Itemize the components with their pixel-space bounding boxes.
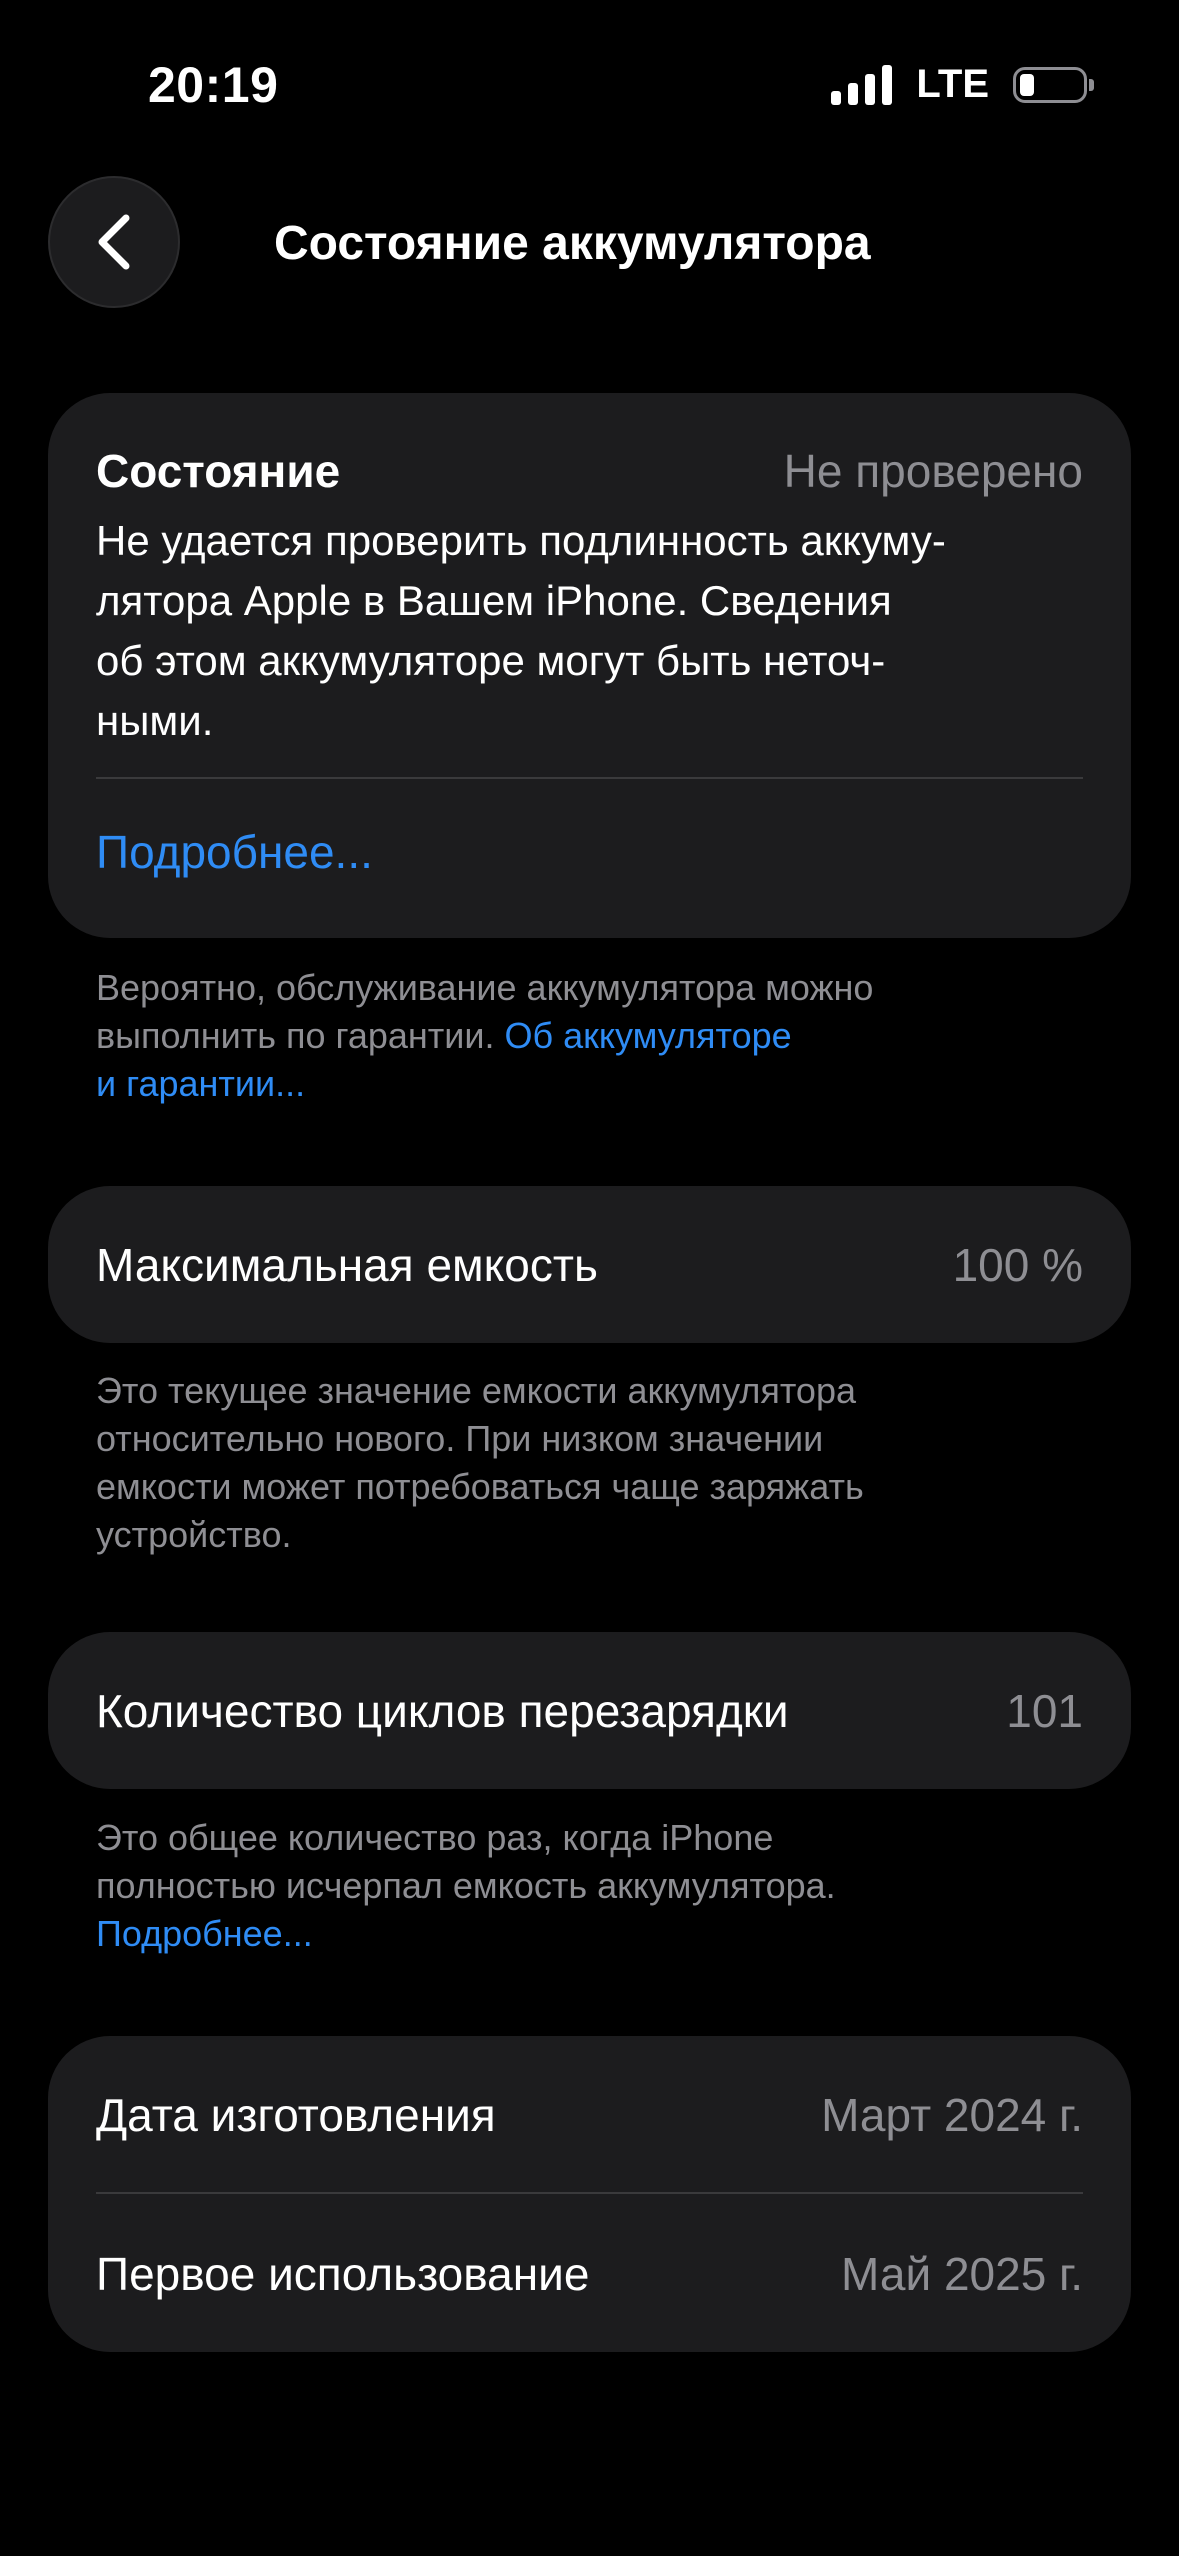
capacity-footnote: Это текущее значение емкости аккумулятор… [96, 1367, 1036, 1559]
footnote-line: емкости может потребоваться чаще заряжат… [96, 1466, 864, 1507]
network-type-label: LTE [916, 62, 989, 106]
health-label: Состояние [96, 445, 341, 497]
footnote-line: полностью исчерпал емкость аккумулятора. [96, 1865, 836, 1906]
footnote-line: устройство. [96, 1514, 292, 1555]
max-capacity-card: Максимальная емкость 100 % [48, 1186, 1131, 1343]
footnote-line: Это общее количество раз, когда iPhone [96, 1817, 774, 1858]
health-description-line: лятора Apple в Вашем iPhone. Сведения [96, 577, 892, 624]
health-description-line: об этом аккумуляторе могут быть неточ- [96, 637, 886, 684]
footnote-line: относительно нового. При низком значении [96, 1418, 824, 1459]
first-use-label: Первое использование [96, 2247, 590, 2300]
cycle-count-card: Количество циклов перезарядки 101 [48, 1632, 1131, 1789]
cycle-count-value: 101 [1006, 1684, 1083, 1737]
cellular-signal-icon [831, 64, 893, 105]
footnote-line: Это текущее значение емкости аккумулятор… [96, 1370, 856, 1411]
battery-health-card: Состояние Не проверено Не удается провер… [48, 393, 1131, 938]
first-use-row: Первое использование Май 2025 г. [96, 2235, 1083, 2312]
warranty-footnote: Вероятно, обслуживание аккумулятора можн… [96, 964, 1036, 1108]
status-time: 20:19 [148, 57, 279, 113]
max-capacity-value: 100 % [952, 1238, 1083, 1291]
health-description-line: ными. [96, 697, 214, 744]
back-button[interactable] [48, 176, 180, 308]
divider [96, 2192, 1083, 2194]
footnote-line: Вероятно, обслуживание аккумулятора можн… [96, 967, 874, 1008]
chevron-left-icon [98, 214, 130, 270]
manufacture-date-value: Март 2024 г. [821, 2088, 1083, 2141]
cycle-count-label: Количество циклов перезарядки [96, 1684, 789, 1737]
manufacture-date-label: Дата изготовления [96, 2088, 496, 2141]
first-use-value: Май 2025 г. [841, 2247, 1083, 2300]
divider [96, 777, 1083, 779]
health-status-value: Не проверено [783, 445, 1083, 497]
health-learn-more-link[interactable]: Подробнее... [96, 825, 373, 879]
cycle-count-learn-more-link[interactable]: Подробнее... [96, 1910, 1036, 1958]
battery-warranty-link-continued[interactable]: и гарантии... [96, 1060, 1036, 1108]
status-indicators: LTE [831, 62, 1094, 107]
footnote-text: выполнить по гарантии. [96, 1015, 505, 1056]
max-capacity-row: Максимальная емкость 100 % [96, 1226, 1083, 1303]
manufacture-date-row: Дата изготовления Март 2024 г. [96, 2076, 1083, 2153]
health-description: Не удается проверить подлинность аккуму-… [96, 511, 1083, 751]
cycle-count-row: Количество циклов перезарядки 101 [96, 1672, 1083, 1749]
battery-warranty-link[interactable]: Об аккумуляторе [504, 1015, 791, 1056]
status-bar: 20:19 LTE [0, 0, 1179, 170]
page-title: Состояние аккумулятора [274, 217, 871, 270]
max-capacity-label: Максимальная емкость [96, 1238, 598, 1291]
health-row: Состояние Не проверено [96, 433, 1083, 509]
cycle-count-footnote: Это общее количество раз, когда iPhone п… [96, 1814, 1036, 1958]
health-description-line: Не удается проверить подлинность аккуму- [96, 517, 946, 564]
footnote-line: выполнить по гарантии. Об аккумуляторе [96, 1012, 1036, 1060]
battery-icon [1013, 66, 1094, 103]
battery-dates-card: Дата изготовления Март 2024 г. Первое ис… [48, 2036, 1131, 2352]
